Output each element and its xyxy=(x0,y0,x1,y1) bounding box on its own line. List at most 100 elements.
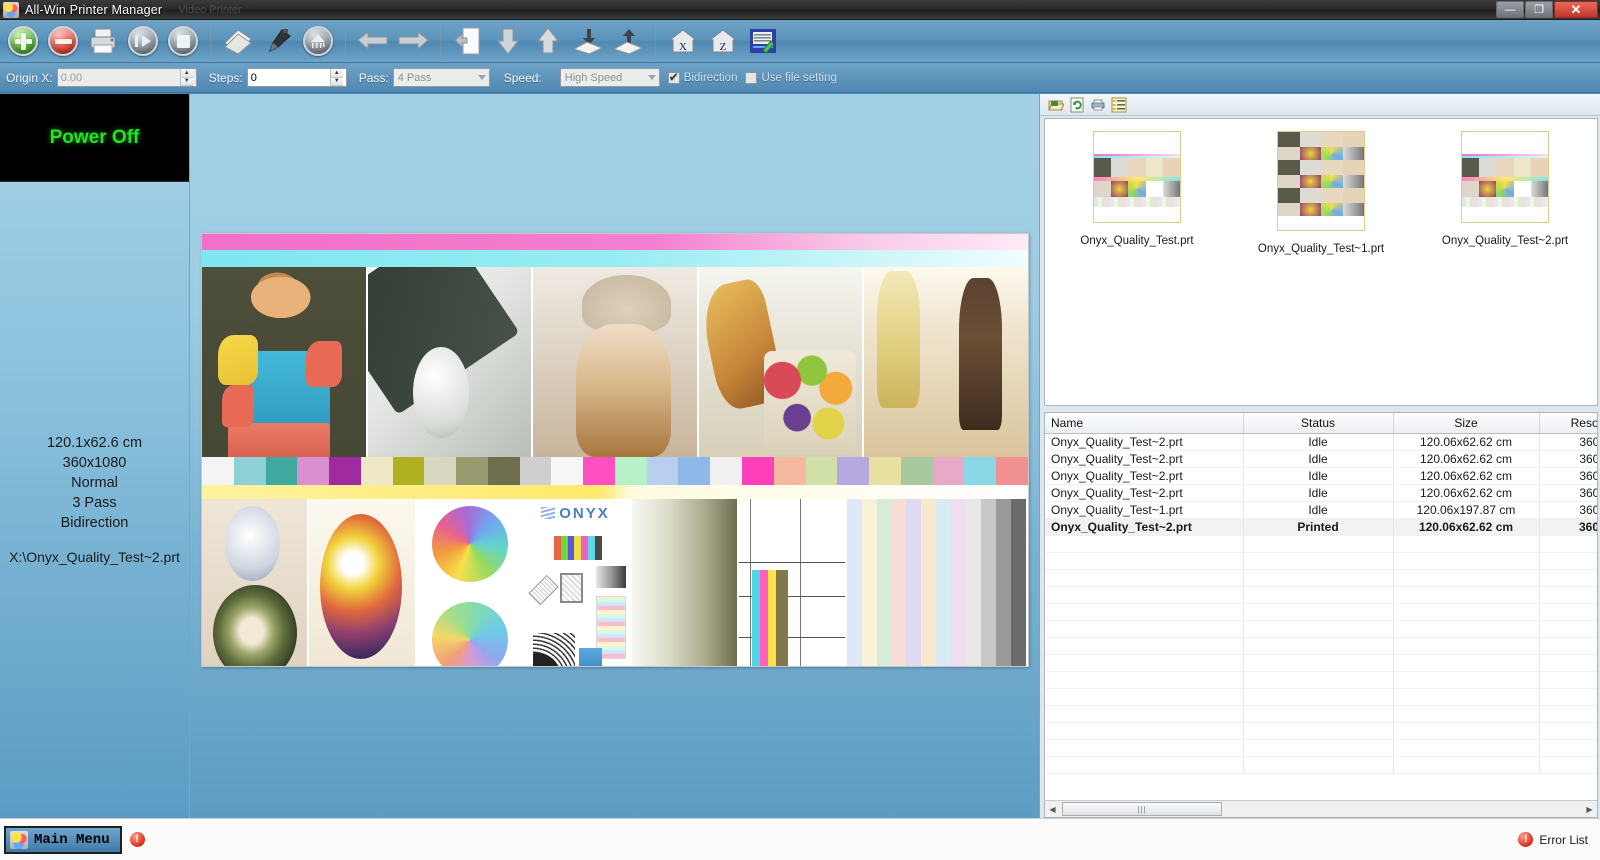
table-row-printed[interactable]: Onyx_Quality_Test~2.prt Printed 120.06x6… xyxy=(1045,518,1597,536)
origin-x-home-button[interactable]: X xyxy=(664,22,702,60)
table-row[interactable]: Onyx_Quality_Test~1.prt Idle 120.06x197.… xyxy=(1045,501,1597,519)
origin-z-home-button[interactable]: Z xyxy=(704,22,742,60)
steps-input[interactable] xyxy=(247,69,330,86)
pass-select[interactable]: 4 Pass xyxy=(392,68,490,87)
speed-label: Speed: xyxy=(503,70,542,85)
table-row[interactable]: Onyx_Quality_Test~2.prt Idle 120.06x62.6… xyxy=(1045,484,1597,502)
paper-stack-icon xyxy=(224,29,252,55)
thumbnail-caption: Onyx_Quality_Test~1.prt xyxy=(1257,243,1385,255)
stop-circle-icon xyxy=(168,26,198,56)
checkbox-checked-icon xyxy=(667,70,680,84)
job-pass: 3 Pass xyxy=(72,495,117,511)
cell-size: 120.06x62.62 cm xyxy=(1393,450,1540,468)
job-table[interactable]: Name Status Size Resolution Onyx_Quality… xyxy=(1044,412,1598,818)
refresh-icon[interactable] xyxy=(1069,97,1085,113)
window-controls: — ❐ ✕ xyxy=(1496,1,1598,18)
carriage-left-button[interactable] xyxy=(354,22,392,60)
thumbnail-item[interactable]: Onyx_Quality_Test~1.prt xyxy=(1229,131,1413,405)
column-header-status[interactable]: Status xyxy=(1243,413,1394,434)
color-sphere-cool xyxy=(431,601,508,666)
media-up-button[interactable] xyxy=(609,22,647,60)
scroll-left-arrow-icon[interactable]: ◀ xyxy=(1045,802,1060,817)
parameter-bar: Origin X: ▲▼ Steps: ▲▼ Pass: 4 Pass Spee… xyxy=(0,63,1600,93)
arrow-right-icon xyxy=(398,30,429,51)
origin-x-label: Origin X: xyxy=(6,70,53,85)
checkbox-unchecked-icon xyxy=(745,71,758,84)
toolbar-separator xyxy=(440,25,441,57)
thumbnail-item[interactable]: Onyx_Quality_Test~2.prt xyxy=(1413,131,1597,405)
table-row[interactable]: Onyx_Quality_Test~2.prt Idle 120.06x62.6… xyxy=(1045,433,1597,451)
origin-x-spin-buttons[interactable]: ▲ ▼ xyxy=(179,69,193,86)
steps-spin-buttons[interactable]: ▲ ▼ xyxy=(329,69,343,86)
clean-head-button[interactable] xyxy=(259,22,297,60)
table-empty-row xyxy=(1045,705,1597,723)
column-header-size[interactable]: Size xyxy=(1393,413,1540,434)
maximize-button[interactable]: ❐ xyxy=(1525,1,1553,18)
pastel-color-columns xyxy=(846,499,1028,666)
column-header-name[interactable]: Name xyxy=(1045,413,1244,434)
table-horizontal-scrollbar[interactable]: ◀ ||| ▶ xyxy=(1045,800,1597,817)
color-sphere-chart xyxy=(416,499,525,666)
onyx-bars-icon xyxy=(541,507,556,520)
media-forward-button[interactable] xyxy=(489,22,527,60)
table-row[interactable]: Onyx_Quality_Test~2.prt Idle 120.06x62.6… xyxy=(1045,467,1597,485)
thumbnail-image[interactable] xyxy=(1277,131,1365,231)
carriage-right-button[interactable] xyxy=(394,22,432,60)
speed-select[interactable]: High Speed xyxy=(559,68,660,87)
media-load-button[interactable] xyxy=(449,22,487,60)
cell-size: 120.06x197.87 cm xyxy=(1393,501,1540,519)
main-menu-button[interactable]: Main Menu xyxy=(4,825,122,854)
column-header-resolution[interactable]: Resolution xyxy=(1539,413,1597,434)
media-down-button[interactable] xyxy=(569,22,607,60)
play-circle-icon xyxy=(128,26,158,56)
list-view-icon[interactable] xyxy=(1111,97,1127,113)
table-empty-row xyxy=(1045,552,1597,570)
error-list-label: Error List xyxy=(1539,832,1588,847)
cell-name: Onyx_Quality_Test~2.prt xyxy=(1045,450,1244,468)
printer-button[interactable] xyxy=(84,22,122,60)
cell-status: Idle xyxy=(1243,484,1394,502)
svg-text:Z: Z xyxy=(720,41,727,53)
add-print-job-button[interactable] xyxy=(4,22,42,60)
thumbnail-image[interactable] xyxy=(1093,131,1181,223)
print-preview-area[interactable]: ONYX xyxy=(189,94,1040,818)
folder-open-icon[interactable] xyxy=(1048,97,1065,113)
photo-golf-ball xyxy=(367,267,534,457)
steps-stepper[interactable]: ▲▼ xyxy=(246,68,347,87)
print-preview-sheet[interactable]: ONYX xyxy=(201,233,1029,667)
use-file-setting-checkbox[interactable]: Use file setting xyxy=(745,71,837,84)
scrollbar-thumb[interactable]: ||| xyxy=(1062,802,1222,816)
main-menu-label: Main Menu xyxy=(34,831,110,848)
error-indicator-icon[interactable] xyxy=(129,831,145,847)
media-feed-button[interactable] xyxy=(219,22,257,60)
close-button[interactable]: ✕ xyxy=(1554,1,1598,18)
start-print-button[interactable] xyxy=(124,22,162,60)
origin-x-input[interactable] xyxy=(57,69,180,86)
thumbnail-pane[interactable]: Onyx_Quality_Test.prt Onyx_Quality_Test~… xyxy=(1044,118,1598,406)
job-quality: Normal xyxy=(71,475,118,491)
thumbnail-image[interactable] xyxy=(1461,131,1549,223)
cell-status: Idle xyxy=(1243,501,1394,519)
grey-gradient-bar xyxy=(631,499,740,666)
remove-print-job-button[interactable] xyxy=(44,22,82,60)
bidirection-checkbox[interactable]: Bidirection xyxy=(667,70,737,84)
calibration-button[interactable] xyxy=(744,22,782,60)
table-row[interactable]: Onyx_Quality_Test~2.prt Idle 120.06x62.6… xyxy=(1045,450,1597,468)
printer-small-icon[interactable] xyxy=(1090,97,1106,113)
flush-head-button[interactable] xyxy=(299,22,337,60)
stop-print-button[interactable] xyxy=(164,22,202,60)
table-empty-row xyxy=(1045,739,1597,757)
onyx-logo: ONYX xyxy=(541,505,610,522)
photo-strip-bottom: ONYX xyxy=(202,499,1028,666)
table-empty-row xyxy=(1045,569,1597,587)
error-list-button[interactable]: Error List xyxy=(1518,831,1588,847)
minimize-button[interactable]: — xyxy=(1496,1,1524,18)
cell-name: Onyx_Quality_Test~2.prt xyxy=(1045,433,1244,451)
ruler-chart xyxy=(739,499,847,666)
media-backward-button[interactable] xyxy=(529,22,567,60)
scroll-right-arrow-icon[interactable]: ▶ xyxy=(1582,802,1597,817)
table-header-row: Name Status Size Resolution xyxy=(1045,413,1597,434)
thumbnail-caption: Onyx_Quality_Test.prt xyxy=(1080,235,1194,247)
origin-x-stepper[interactable]: ▲▼ xyxy=(56,68,197,87)
thumbnail-item[interactable]: Onyx_Quality_Test.prt xyxy=(1045,131,1229,405)
